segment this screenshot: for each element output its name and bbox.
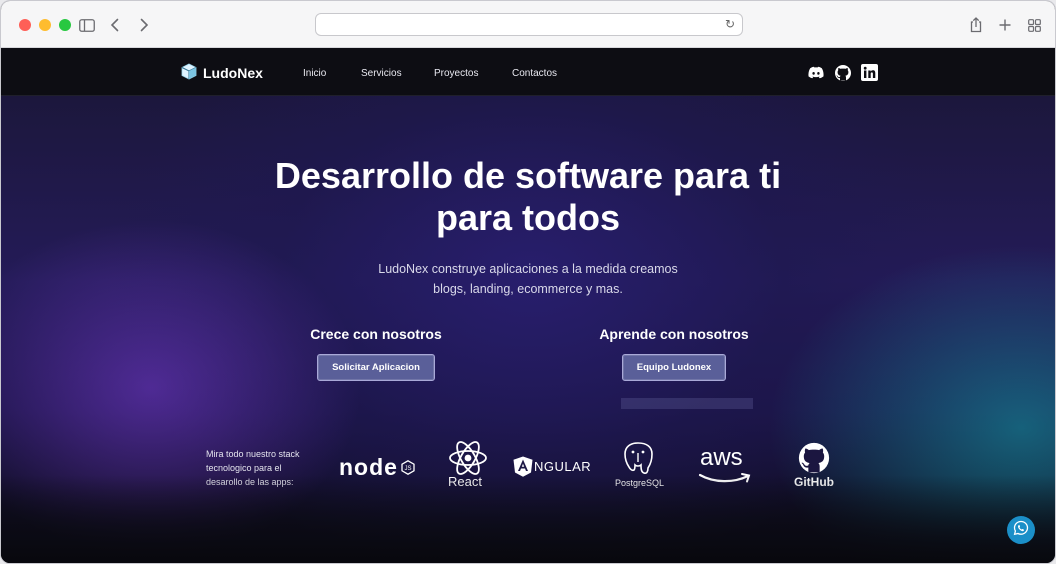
cube-icon	[181, 63, 197, 83]
nav-link-contactos[interactable]: Contactos	[512, 68, 557, 79]
equipo-ludonex-button[interactable]: Equipo Ludonex	[622, 354, 726, 381]
whatsapp-button[interactable]	[1007, 516, 1035, 544]
github-logo: GitHub	[793, 441, 839, 489]
nodejs-logo-text: node	[339, 454, 398, 480]
postgresql-logo-text: PostgreSQL	[615, 478, 665, 488]
aws-logo-text: aws	[700, 444, 743, 471]
share-icon[interactable]	[965, 14, 987, 36]
new-tab-icon[interactable]	[994, 14, 1016, 36]
whatsapp-icon	[1013, 520, 1029, 541]
hero-title-line-2: para todos	[435, 197, 621, 238]
stack-description: Mira todo nuestro stack tecnologico para…	[206, 447, 316, 489]
react-logo-text: React	[448, 474, 482, 489]
brand-logo[interactable]: LudoNex	[181, 63, 263, 83]
svg-text:JS: JS	[404, 466, 411, 472]
tab-overview-icon[interactable]	[1023, 14, 1045, 36]
address-bar[interactable]: ↻	[315, 13, 743, 36]
back-icon[interactable]	[104, 14, 126, 36]
browser-window: ↻ LudoNex Inicio Servicios Proyectos Con…	[0, 0, 1056, 564]
discord-icon[interactable]	[807, 64, 825, 82]
github-logo-text: GitHub	[794, 475, 834, 489]
cta-left-heading: Crece con nosotros	[310, 326, 442, 342]
nav-link-inicio[interactable]: Inicio	[303, 68, 326, 79]
nav-link-proyectos[interactable]: Proyectos	[434, 68, 478, 79]
minimize-window-button[interactable]	[39, 19, 51, 31]
site-navbar: LudoNex Inicio Servicios Proyectos Conta…	[1, 48, 1055, 96]
solicitar-aplicacion-button[interactable]: Solicitar Aplicacion	[317, 354, 435, 381]
hero-title: Desarrollo de software para ti para todo…	[1, 155, 1055, 239]
hero-subtitle-line-1: LudoNex construye aplicaciones a la medi…	[378, 262, 678, 276]
github-icon[interactable]	[834, 64, 852, 82]
window-controls	[19, 19, 71, 31]
react-logo: React	[446, 440, 492, 492]
browser-toolbar: ↻	[1, 1, 1055, 48]
stack-text-line-2: tecnologico para el	[206, 463, 282, 473]
forward-icon[interactable]	[133, 14, 155, 36]
hero-title-line-1: Desarrollo de software para ti	[274, 155, 782, 196]
zoom-window-button[interactable]	[59, 19, 71, 31]
hero-subtitle: LudoNex construye aplicaciones a la medi…	[1, 259, 1055, 299]
close-window-button[interactable]	[19, 19, 31, 31]
web-page: LudoNex Inicio Servicios Proyectos Conta…	[1, 48, 1055, 563]
hero-subtitle-line-2: blogs, landing, ecommerce y mas.	[433, 282, 623, 296]
angular-logo: NGULAR	[513, 456, 593, 478]
nodejs-logo: node JS	[339, 454, 419, 480]
aws-logo: aws	[698, 444, 754, 486]
faint-overlay-bar	[621, 398, 753, 409]
brand-name: LudoNex	[203, 65, 263, 81]
postgresql-logo: PostgreSQL	[613, 440, 671, 490]
angular-logo-text: NGULAR	[534, 459, 592, 474]
reload-icon[interactable]: ↻	[725, 17, 735, 31]
sidebar-toggle-icon[interactable]	[76, 14, 98, 36]
stack-text-line-3: desarollo de las apps:	[206, 477, 294, 487]
linkedin-icon[interactable]	[861, 64, 879, 82]
nav-link-servicios[interactable]: Servicios	[361, 68, 402, 79]
stack-text-line-1: Mira todo nuestro stack	[206, 449, 300, 459]
cta-right-heading: Aprende con nosotros	[599, 326, 749, 342]
